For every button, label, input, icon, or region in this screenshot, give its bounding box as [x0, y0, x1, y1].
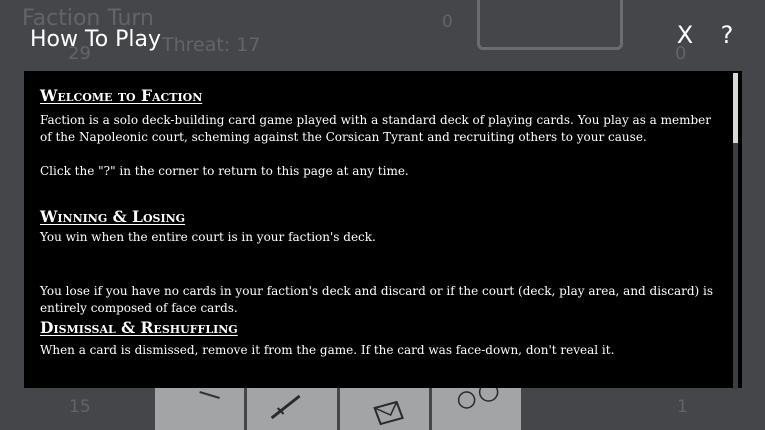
welcome-help-hint: Click the "?" in the corner to return to…: [40, 164, 409, 178]
hand-card: [247, 388, 337, 430]
faction-discard-count: 1: [677, 397, 688, 417]
play-area-count: 0: [442, 12, 453, 32]
lose-condition: You lose if you have no cards in your fa…: [40, 284, 714, 315]
welcome-intro: Faction is a solo deck-building card gam…: [40, 113, 712, 144]
dismissal-heading: Dismissal & Reshuffling: [40, 318, 238, 337]
sword-icon: [270, 394, 301, 420]
coins-icon: [457, 388, 499, 409]
winning-losing-heading: Winning & Losing: [40, 207, 186, 226]
close-button[interactable]: X: [672, 20, 698, 50]
dismissal-rule: When a card is dismissed, remove it from…: [40, 343, 615, 357]
instructions-content: Welcome to Faction Faction is a solo dec…: [40, 86, 714, 359]
letter-icon: [372, 400, 404, 426]
faction-deck-count: 15: [69, 397, 91, 417]
win-condition: You win when the entire court is in your…: [40, 230, 376, 244]
card-art-icon: [199, 391, 220, 399]
scrollbar[interactable]: [733, 73, 738, 389]
help-button[interactable]: ?: [714, 20, 740, 50]
hand-card: [155, 388, 245, 430]
welcome-heading: Welcome to Faction: [40, 86, 203, 105]
card-slot: [477, 0, 623, 50]
how-to-play-title: How To Play: [30, 27, 162, 52]
hand-card: [431, 388, 521, 430]
threat-counter: Threat: 17: [162, 34, 261, 56]
scrollbar-thumb[interactable]: [733, 73, 738, 143]
instructions-panel[interactable]: Welcome to Faction Faction is a solo dec…: [24, 71, 742, 388]
hand-card: [339, 388, 429, 430]
hand-cards: [155, 388, 521, 430]
